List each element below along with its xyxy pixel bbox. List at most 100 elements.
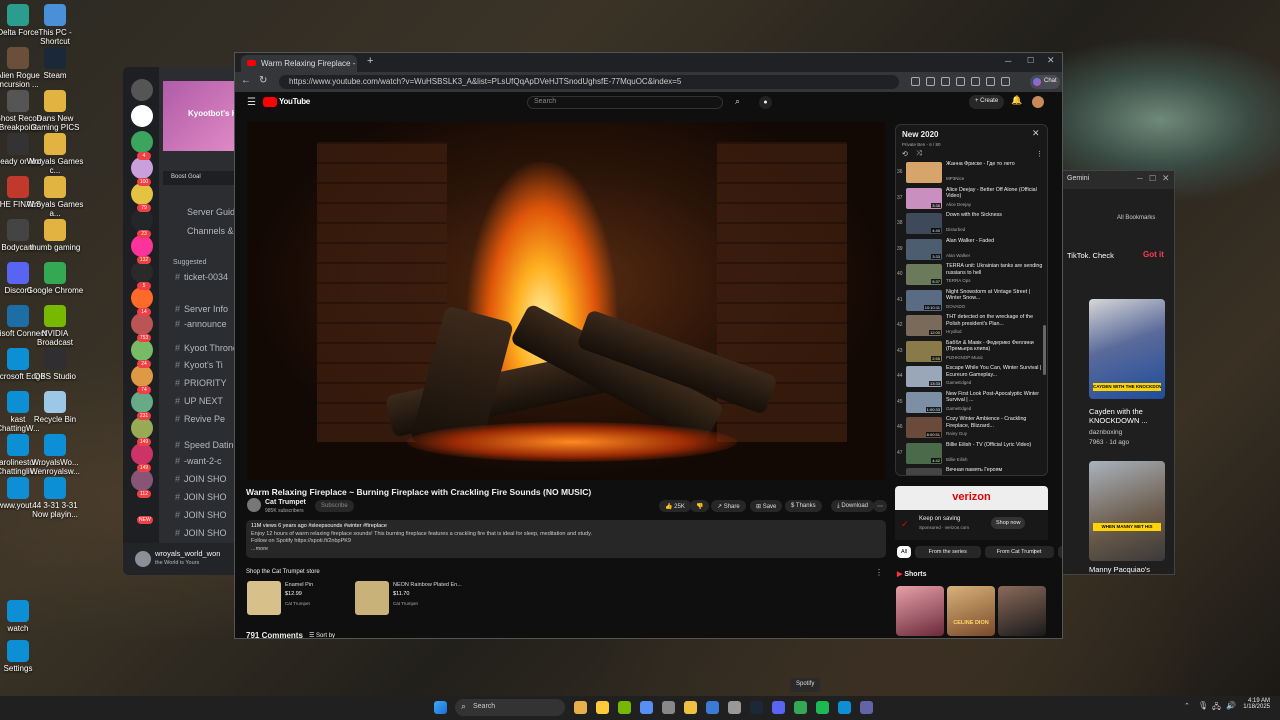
teams-icon[interactable] <box>860 701 873 714</box>
desktop-icon[interactable]: 44 3-31 3-31 Now playin... <box>25 477 85 519</box>
desktop-icon[interactable]: Steam <box>25 47 85 80</box>
channel-2[interactable]: # -announce <box>175 319 227 329</box>
ad-banner[interactable]: verizon <box>895 486 1048 510</box>
channel-9[interactable]: # -want-2-c <box>175 456 222 466</box>
volume-icon[interactable]: 🔊 <box>1226 701 1236 710</box>
taskview-icon[interactable] <box>662 701 675 714</box>
tab-youtube[interactable]: Warm Relaxing Fireplace - B <box>241 55 357 72</box>
menu-server-guide[interactable]: Server Guide <box>187 207 238 217</box>
server-icon[interactable] <box>131 339 153 361</box>
server-icon[interactable] <box>131 391 153 413</box>
channel-8[interactable]: # Speed Dating <box>175 440 238 450</box>
taskbar-search[interactable]: ⌕ Search <box>455 699 565 716</box>
channel-13[interactable]: # JOIN SHO <box>175 528 227 538</box>
channel-3[interactable]: # Kyoot Throne <box>175 343 238 353</box>
product-image[interactable] <box>355 581 389 615</box>
network-icon[interactable]: 🖧 <box>1212 701 1221 715</box>
create-button[interactable]: + Create <box>969 95 1005 109</box>
secondary-browser-window[interactable]: Gemini ─ ☐ ✕ All Bookmarks TikTok. Check… <box>1060 170 1175 575</box>
desktop-icon[interactable]: Google Chrome <box>25 262 85 295</box>
server-icon[interactable] <box>131 443 153 465</box>
channel-avatar[interactable] <box>247 498 261 512</box>
tray-chevron-icon[interactable]: ⌃ <box>1184 702 1190 710</box>
chips-next-icon[interactable]: › <box>1033 546 1036 555</box>
playlist-more-icon[interactable]: ⋮ <box>1036 150 1043 158</box>
discord-window[interactable]: 4 100 79 23 132 5 14 753 24 74 231 149 149 112 NEW Kyo… <box>123 67 238 575</box>
steam-icon[interactable] <box>750 701 763 714</box>
profile-icon[interactable] <box>986 77 995 86</box>
channel-0[interactable]: # ticket-0034 <box>175 272 228 282</box>
avatar[interactable] <box>135 551 151 567</box>
playlist-item[interactable]: 40 5:37 TERRA unit: Ukrainian tanks are se… <box>896 263 1044 288</box>
desktop-icon[interactable]: This PC - Shortcut <box>25 4 85 46</box>
server-icon[interactable] <box>131 365 153 387</box>
product-name[interactable]: Enamel Pin <box>285 582 313 588</box>
playlist-item[interactable]: 42 12:00 THT detected on the wreckage of t… <box>896 314 1044 339</box>
channel-10[interactable]: # JOIN SHO <box>175 474 227 484</box>
close-playlist-icon[interactable]: ✕ <box>1032 128 1040 139</box>
microphone-icon[interactable]: 🎙 <box>1198 701 1208 710</box>
share-button[interactable]: ↗ Share <box>711 500 746 512</box>
explorer-icon[interactable] <box>684 701 697 714</box>
desktop-icon[interactable]: OBS Studio <box>25 348 85 381</box>
tab-gemini[interactable]: Gemini <box>1067 175 1089 182</box>
back-icon[interactable]: ← <box>241 75 251 86</box>
avatar[interactable] <box>1032 96 1044 108</box>
extensions-icon[interactable] <box>956 77 965 86</box>
playlist-item[interactable]: 43 2:55 Баббл & Мавік - Федерико Феллини (… <box>896 340 1044 365</box>
youtube-logo-text[interactable]: YouTube <box>279 97 310 106</box>
channel-7[interactable]: # Revive Pe <box>175 414 225 424</box>
subscribe-button[interactable]: Subscribe <box>315 500 354 512</box>
chrome-icon[interactable] <box>794 701 807 714</box>
reload-icon[interactable]: ↻ <box>259 75 267 86</box>
desktop-icon[interactable]: Wroyals Games c... <box>25 133 85 175</box>
shuffle-icon[interactable]: ⤨ <box>916 150 922 158</box>
dislike-button[interactable]: 👎 <box>690 500 710 512</box>
desktop-icon[interactable]: NVIDIA Broadcast <box>25 305 85 347</box>
server-icon[interactable] <box>131 183 153 205</box>
desktop-icon[interactable]: watch <box>0 600 48 633</box>
minimize-icon[interactable]: ─ <box>1137 174 1143 183</box>
short-channel[interactable]: daznboxing <box>1089 429 1122 436</box>
chip[interactable]: All <box>897 546 911 558</box>
loop-icon[interactable]: ⟲ <box>902 150 908 158</box>
description-box[interactable]: 11M views 6 years ago #sleepsounds #wint… <box>246 520 886 558</box>
short-thumbnail-cayden[interactable]: CAYDEN WITH THE KNOCKDOWN <box>1089 299 1165 399</box>
maximize-icon[interactable]: ☐ <box>1027 56 1034 65</box>
playlist-item[interactable]: 38 4:40 Down with the Sickness Disturbed <box>896 212 1044 237</box>
playlist-item[interactable]: 41 10:10:11 Night Snowstorm at Vintage Str… <box>896 289 1044 314</box>
server-icon[interactable] <box>131 313 153 335</box>
chip[interactable]: R <box>1057 546 1062 558</box>
server-icon[interactable] <box>131 469 153 491</box>
url-field[interactable]: https://www.youtube.com/watch?v=WuHSBSLK… <box>279 75 899 89</box>
desktop-icon[interactable]: WroyalsWo... Wenroyalsw... <box>25 434 85 476</box>
short-thumbnail-manny[interactable]: WHEN MANNY MET HIS <box>1089 461 1165 561</box>
close-icon[interactable]: ✕ <box>1047 55 1055 66</box>
chip[interactable]: From the series <box>915 546 981 558</box>
server-icon[interactable] <box>131 261 153 283</box>
playlist-item[interactable]: 45 1:00:33 New First Look Post-Apocalyptic… <box>896 391 1044 416</box>
server-icon[interactable] <box>131 131 153 153</box>
thanks-button[interactable]: $ Thanks <box>785 500 822 512</box>
file-manager-icon[interactable] <box>596 701 609 714</box>
desktop-icon[interactable]: Dans New Gaming PICS <box>25 90 85 132</box>
chip[interactable]: From Cat Trumpet <box>984 546 1054 558</box>
widgets-icon[interactable] <box>574 701 587 714</box>
zoom-icon[interactable] <box>926 77 935 86</box>
channel-6[interactable]: # UP NEXT <box>175 396 223 406</box>
like-button[interactable]: 👍 25K <box>659 500 691 512</box>
playlist-item[interactable]: 36 Жанна Фриске - Где то лето MP3Nice <box>896 161 1044 186</box>
menu-icon[interactable]: ☰ <box>247 97 256 108</box>
desktop-icon[interactable]: Settings <box>0 640 48 673</box>
server-icon[interactable] <box>131 79 153 101</box>
search-input[interactable]: Search <box>527 96 723 109</box>
settings-icon[interactable] <box>728 701 741 714</box>
short-thumbnail[interactable] <box>896 586 944 636</box>
sort-by-button[interactable]: ☰ Sort by <box>309 632 335 638</box>
playlist-item[interactable]: 46 8:00:51 Cozy Winter Ambience - Cracklin… <box>896 416 1044 441</box>
save-button[interactable]: ⊞ Save <box>750 500 783 512</box>
server-icon[interactable] <box>131 235 153 257</box>
channel-5[interactable]: # PRIORITY <box>175 378 227 388</box>
channel-12[interactable]: # JOIN SHO <box>175 510 227 520</box>
server-icon[interactable] <box>131 287 153 309</box>
